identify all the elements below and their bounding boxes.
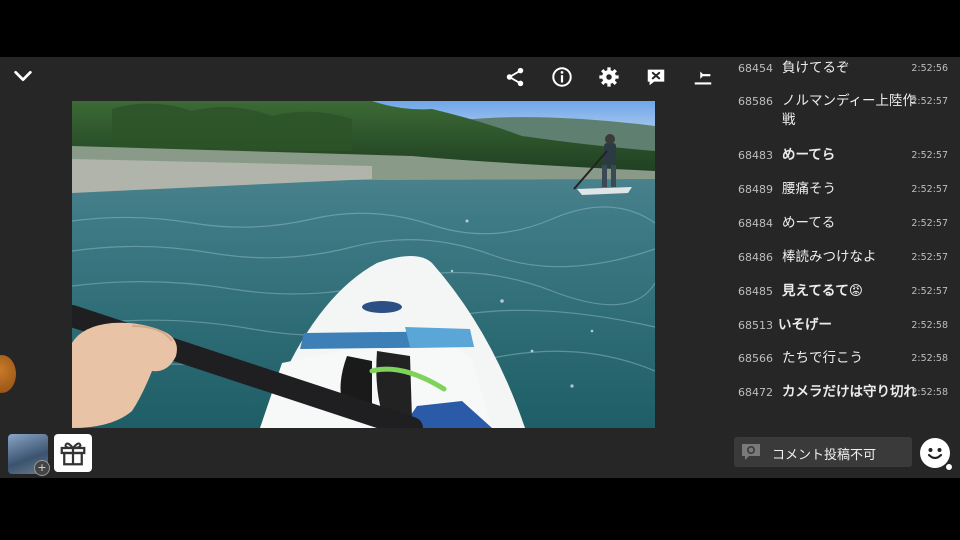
- info-icon[interactable]: [550, 65, 574, 89]
- comment-time: 2:52:58: [911, 387, 948, 398]
- comment-text: いそげー: [778, 317, 832, 333]
- comment-text: めーてら: [782, 147, 836, 163]
- comment-number: 68513: [738, 319, 773, 332]
- comment-text: 見えてるて😡: [782, 283, 863, 299]
- comment-number: 68485: [738, 285, 773, 298]
- comment-number: 68483: [738, 149, 773, 162]
- comment-time: 2:52:57: [911, 184, 948, 195]
- emoji-badge-dot: [945, 463, 953, 471]
- comment-text: たちで行こう: [782, 350, 863, 366]
- player-screen: + 68454 負けてるぞ 2:52:56 68586 ノルマンディー上陸作戦 …: [0, 57, 960, 478]
- comment-number: 68454: [738, 62, 773, 75]
- comment-hide-icon[interactable]: [644, 65, 668, 89]
- comment-time: 2:52:57: [911, 286, 948, 297]
- side-floating-button[interactable]: [0, 355, 16, 393]
- emoji-button[interactable]: [920, 438, 953, 471]
- comment-text: 腰痛そう: [782, 181, 836, 197]
- comment-number: 68489: [738, 183, 773, 196]
- share-icon[interactable]: [503, 65, 527, 89]
- gear-icon[interactable]: [597, 65, 621, 89]
- comment-time: 2:52:58: [911, 353, 948, 364]
- video-player[interactable]: [72, 101, 655, 428]
- comment-text: めーてる: [782, 215, 836, 231]
- gift-button[interactable]: [54, 434, 92, 472]
- comment-number: 68472: [738, 386, 773, 399]
- comment-text: 棒読みつけなよ: [782, 249, 877, 265]
- comment-time: 2:52:57: [911, 218, 948, 229]
- comment-input-disabled[interactable]: コメント投稿不可: [734, 437, 912, 467]
- comment-text: ノルマンディー上陸作戦: [782, 93, 917, 128]
- comment-time: 2:52:56: [911, 63, 948, 74]
- comment-time: 2:52:57: [911, 96, 948, 107]
- gift-icon: [60, 442, 86, 466]
- video-frame: [72, 101, 655, 428]
- comment-number: 68486: [738, 251, 773, 264]
- comment-text: カメラだけは守り切れ: [782, 384, 917, 400]
- comment-text: 負けてるぞ: [782, 60, 850, 76]
- download-icon[interactable]: [691, 65, 715, 89]
- comment-time: 2:52:58: [911, 320, 948, 331]
- comment-number: 68484: [738, 217, 773, 230]
- comment-number: 68566: [738, 352, 773, 365]
- chevron-down-icon[interactable]: [11, 64, 35, 88]
- plus-icon: +: [34, 460, 50, 476]
- comment-time: 2:52:57: [911, 252, 948, 263]
- comment-settings-icon: [742, 444, 760, 460]
- add-thumbnail-button[interactable]: +: [8, 434, 50, 476]
- comment-time: 2:52:57: [911, 150, 948, 161]
- comment-number: 68586: [738, 95, 773, 108]
- comment-input-label: コメント投稿不可: [772, 448, 877, 463]
- comment-list[interactable]: 68454 負けてるぞ 2:52:56 68586 ノルマンディー上陸作戦 2:…: [728, 57, 960, 429]
